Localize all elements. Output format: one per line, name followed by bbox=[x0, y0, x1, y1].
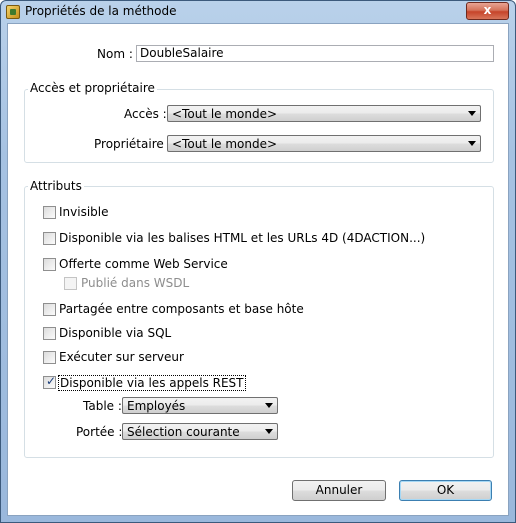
checkbox-label-rest: Disponible via les appels REST bbox=[58, 375, 246, 391]
table-select[interactable]: Employés bbox=[122, 397, 278, 414]
checkbox-label-invisible: Invisible bbox=[59, 205, 109, 219]
table-select-value: Employés bbox=[127, 399, 186, 413]
scope-label: Portée : bbox=[76, 425, 123, 439]
checkbox-execute-server[interactable] bbox=[43, 351, 56, 364]
dropdown-arrow-icon bbox=[265, 429, 273, 434]
checkbox-sql[interactable] bbox=[43, 327, 56, 340]
dropdown-arrow-icon bbox=[468, 141, 476, 146]
dropdown-arrow-icon bbox=[265, 403, 273, 408]
checkbox-invisible[interactable] bbox=[43, 206, 56, 219]
checkbox-web-service[interactable] bbox=[43, 258, 56, 271]
checkbox-label-web-service: Offerte comme Web Service bbox=[59, 257, 228, 271]
access-label: Accès : bbox=[124, 107, 167, 121]
window-title: Propriétés de la méthode bbox=[25, 4, 177, 18]
access-group-title: Accès et propriétaire bbox=[28, 81, 157, 95]
app-icon bbox=[6, 5, 20, 19]
name-label: Nom : bbox=[97, 47, 133, 61]
attributes-group-title: Attributs bbox=[28, 179, 84, 193]
close-button[interactable]: x bbox=[466, 2, 509, 20]
access-select-value: <Tout le monde> bbox=[172, 107, 278, 121]
checkbox-label-sql: Disponible via SQL bbox=[59, 326, 172, 340]
title-bar[interactable]: Propriétés de la méthode x bbox=[1, 1, 515, 23]
attributes-group bbox=[24, 186, 494, 458]
owner-select-value: <Tout le monde> bbox=[172, 137, 278, 151]
dropdown-arrow-icon bbox=[468, 111, 476, 116]
ok-button[interactable]: OK bbox=[399, 480, 492, 501]
access-select[interactable]: <Tout le monde> bbox=[167, 105, 481, 122]
dialog-window: Propriétés de la méthode x Nom : DoubleS… bbox=[0, 0, 516, 523]
checkbox-shared-components[interactable] bbox=[43, 303, 56, 316]
checkbox-label-shared-components: Partagée entre composants et base hôte bbox=[59, 302, 304, 316]
scope-select-value: Sélection courante bbox=[127, 425, 240, 439]
checkbox-label-execute-server: Exécuter sur serveur bbox=[59, 350, 184, 364]
checkbox-wsdl bbox=[64, 277, 77, 290]
checkbox-label-4daction: Disponible via les balises HTML et les U… bbox=[59, 231, 426, 245]
checkbox-label-wsdl: Publié dans WSDL bbox=[81, 276, 190, 290]
checkbox-rest[interactable]: ✓ bbox=[43, 374, 57, 389]
checkmark-icon: ✓ bbox=[46, 374, 57, 388]
scope-select[interactable]: Sélection courante bbox=[122, 423, 278, 440]
owner-select[interactable]: <Tout le monde> bbox=[167, 135, 481, 152]
name-field[interactable]: DoubleSalaire bbox=[136, 45, 494, 62]
cancel-button[interactable]: Annuler bbox=[292, 480, 386, 501]
checkbox-4daction[interactable] bbox=[43, 232, 56, 245]
owner-label: Propriétaire : bbox=[94, 137, 172, 151]
table-label: Table : bbox=[83, 399, 122, 413]
